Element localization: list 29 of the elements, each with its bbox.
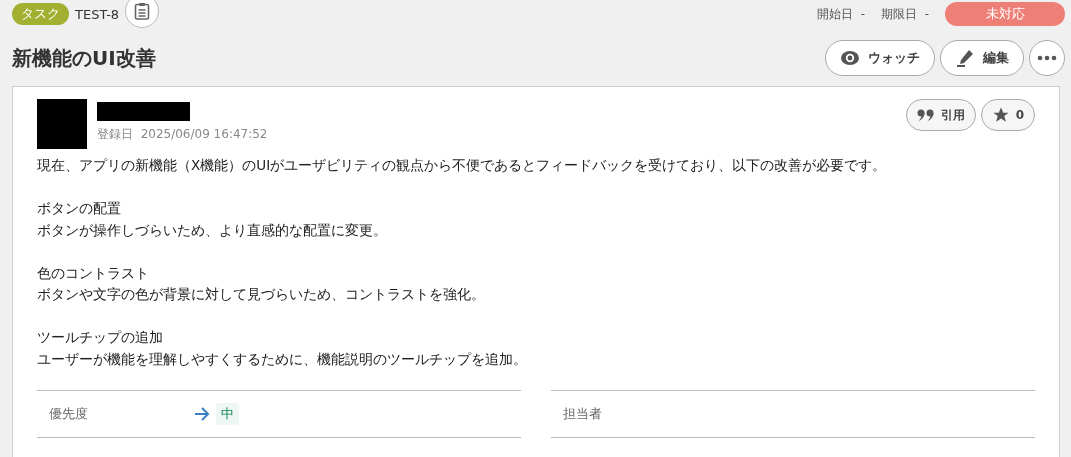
due-date: 期限日 - (881, 5, 929, 23)
more-icon (1037, 55, 1057, 61)
edit-button[interactable]: 編集 (940, 40, 1024, 76)
start-date: 開始日 - (817, 5, 866, 23)
quote-icon (916, 109, 935, 121)
avatar (37, 99, 87, 149)
arrow-right-icon (194, 406, 210, 421)
clipboard-icon[interactable] (125, 0, 160, 28)
description-line: ツールチップの追加 (37, 328, 164, 347)
description-line: ボタンの配置 (37, 199, 122, 218)
description-line: ボタンや文字の色が背景に対して見づらいため、コントラストを強化。 (37, 285, 486, 304)
type-badge: タスク (12, 3, 69, 25)
pencil-icon (955, 48, 975, 68)
description-line: 現在、アプリの新機能（X機能）のUIがユーザビリティの観点から不便であるとフィードバックを受けており、以下の改善が必要です。 (37, 156, 888, 175)
watch-button[interactable]: ウォッチ (825, 40, 935, 76)
field-label: 優先度 (49, 404, 89, 423)
description-line: ボタンが操作しづらいため、より直感的な配置に変更。 (37, 220, 388, 240)
description-line: 色のコントラスト (37, 263, 150, 283)
more-button[interactable] (1029, 40, 1065, 76)
eye-icon (840, 50, 860, 66)
star-button[interactable]: 0 (980, 99, 1035, 131)
field-label: 担当者 (563, 404, 603, 423)
quote-button[interactable]: 引用 (905, 99, 976, 131)
created-date: 登録日 2025/06/09 16:47:52 (97, 126, 268, 143)
description-line: ユーザーが機能を理解しやすくするために、機能説明のツールチップを追加。 (37, 349, 528, 369)
priority-value: 中 (216, 402, 239, 425)
issue-title: 新機能のUI改善 (12, 44, 156, 72)
star-icon (991, 106, 1010, 124)
issue-key: TEST-8 (75, 6, 120, 22)
